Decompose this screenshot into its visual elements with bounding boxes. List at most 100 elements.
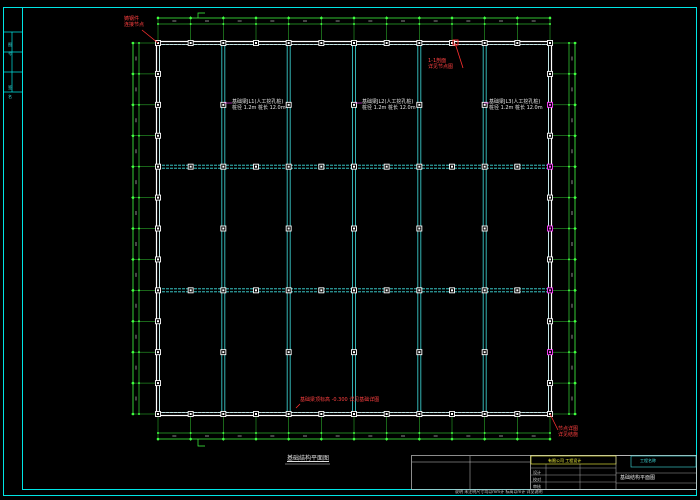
dim-tick xyxy=(450,16,454,20)
leader-line xyxy=(549,413,559,431)
dim-tick xyxy=(138,196,140,199)
column-core xyxy=(385,413,388,415)
column-core xyxy=(451,413,453,415)
dim-tick xyxy=(568,227,570,230)
column-core xyxy=(255,289,257,292)
column-core xyxy=(483,413,486,415)
title-block-row: 校对 xyxy=(533,477,541,482)
column-core xyxy=(549,227,551,230)
column-core xyxy=(418,42,421,44)
column-core xyxy=(255,165,257,168)
dim-tick xyxy=(573,350,577,354)
annotation-leaders xyxy=(141,29,559,431)
column-core xyxy=(189,289,192,292)
column-core xyxy=(157,258,159,261)
dim-tick xyxy=(573,41,577,45)
column-core xyxy=(157,103,159,106)
dim-tick xyxy=(287,432,290,434)
dim-tick xyxy=(573,412,577,416)
dim-bracket xyxy=(197,439,205,447)
dim-tick xyxy=(385,432,388,434)
column-core xyxy=(157,413,159,415)
column-core xyxy=(549,289,551,292)
dim-tick xyxy=(320,16,323,20)
dim-tick xyxy=(138,103,140,106)
title-block xyxy=(285,455,697,490)
column-core xyxy=(320,289,323,292)
column-core xyxy=(483,289,486,292)
column-core xyxy=(549,382,551,385)
column-core xyxy=(549,351,551,354)
column-core xyxy=(385,42,388,44)
dim-tick xyxy=(548,437,552,441)
dim-tick xyxy=(131,289,135,292)
column-core xyxy=(189,165,192,168)
dim-tick xyxy=(573,72,577,76)
columns xyxy=(155,40,553,417)
column-core xyxy=(549,103,551,106)
dim-tick xyxy=(483,23,486,25)
dim-tick xyxy=(573,227,577,230)
annotation-bay-2: 基础梁JL2(人工挖孔桩) 桩径 1.2m 桩长 12.0m xyxy=(362,99,416,111)
column-core xyxy=(353,289,355,292)
annotation-bottom-mid: 基础梁顶标高 -0.300 详见基础详图 xyxy=(300,397,379,403)
left-strip: 图 号 签 名 xyxy=(8,40,12,101)
dim-tick xyxy=(385,437,388,441)
dim-tick xyxy=(131,319,135,323)
title-block-company: 有限公司 工程设计 xyxy=(548,458,582,463)
dim-tick xyxy=(320,437,323,441)
drawing-frame xyxy=(3,7,697,496)
dim-tick xyxy=(131,227,135,230)
dim-tick xyxy=(573,196,577,199)
dim-tick xyxy=(548,16,552,20)
title-block-footer: 说明 未注明尺寸均以mm计 标高以m计 详见说明 xyxy=(455,489,543,494)
title-block-sheet-title: 基础结构平面图 xyxy=(620,475,656,481)
dim-tick xyxy=(156,437,160,441)
annotation-line: 基础梁顶标高 -0.300 详见基础详图 xyxy=(300,397,380,403)
dim-tick xyxy=(568,320,570,323)
dim-tick xyxy=(222,432,225,434)
dim-tick xyxy=(255,432,257,434)
column-core xyxy=(320,413,323,415)
column-core xyxy=(222,289,225,292)
column-core xyxy=(418,165,421,168)
dim-tick xyxy=(222,23,225,25)
dim-tick xyxy=(254,16,258,20)
dim-tick xyxy=(568,196,570,199)
column-core xyxy=(483,42,486,44)
dim-tick xyxy=(573,165,577,168)
dim-tick xyxy=(483,432,486,434)
annotation-bay-3: 基础梁JL3(人工挖孔桩) 桩径 1.2m 桩长 12.0m xyxy=(489,99,543,111)
column-core xyxy=(287,42,290,44)
column-core xyxy=(222,165,225,168)
column-core xyxy=(157,351,159,354)
column-core xyxy=(287,413,290,415)
column-core xyxy=(516,413,519,415)
cad-drawing-canvas[interactable] xyxy=(0,0,700,500)
dim-tick xyxy=(131,412,135,416)
column-core xyxy=(157,227,159,230)
dim-tick xyxy=(189,432,192,434)
dim-tick xyxy=(157,432,159,434)
column-core xyxy=(157,72,159,75)
dim-tick xyxy=(287,437,290,441)
dim-tick xyxy=(131,196,135,199)
dim-tick xyxy=(131,103,135,107)
column-core xyxy=(222,227,225,230)
column-core xyxy=(157,134,159,137)
column-core xyxy=(549,165,551,168)
column-core xyxy=(222,103,225,106)
dim-tick xyxy=(320,432,323,434)
dim-tick xyxy=(287,16,290,20)
dim-tick xyxy=(568,351,570,354)
annotation-top-right: 1-1剖面 详见节点图 xyxy=(428,58,453,70)
annotation-line: 桩径 1.2m 桩长 12.0m xyxy=(489,105,543,111)
dim-tick xyxy=(568,72,570,75)
dim-tick xyxy=(287,23,290,25)
dim-tick xyxy=(516,437,519,441)
dim-tick xyxy=(568,382,570,385)
dim-tick xyxy=(138,42,140,44)
column-core xyxy=(549,196,551,199)
dim-tick xyxy=(451,23,453,25)
dim-tick xyxy=(352,437,356,441)
